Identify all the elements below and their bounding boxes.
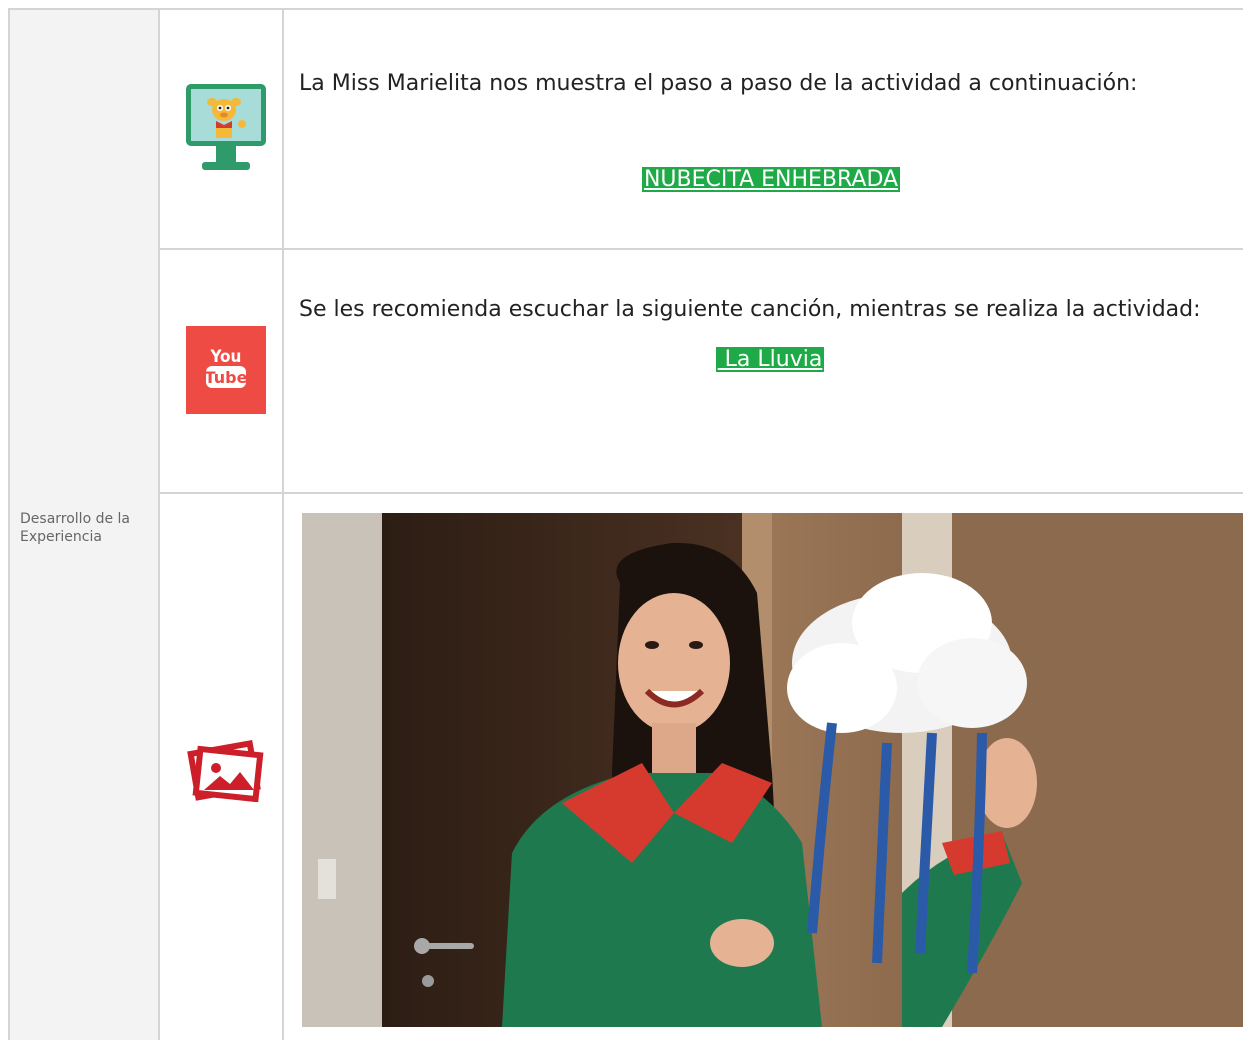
image-gallery-icon <box>186 738 266 803</box>
row-2-content: Se les recomienda escuchar la siguiente … <box>299 296 1243 374</box>
link-container: La Lluvia <box>299 346 1241 374</box>
row-1-content: La Miss Marielita nos muestra el paso a … <box>299 70 1243 194</box>
icon-column: You Tube <box>160 10 284 1040</box>
link-container: NUBECITA ENHEBRADA <box>299 166 1243 194</box>
youtube-tube-text: Tube <box>205 368 248 387</box>
row-label-cell: Desarrollo de la Experiencia <box>10 10 160 1040</box>
row-divider <box>160 492 1243 494</box>
page: Desarrollo de la Experiencia You Tube La… <box>0 0 1243 1040</box>
instruction-text: La Miss Marielita nos muestra el paso a … <box>299 71 1138 96</box>
nubecita-enhebrada-link[interactable]: NUBECITA ENHEBRADA <box>641 167 901 192</box>
activity-table: Desarrollo de la Experiencia You Tube La… <box>8 8 1243 1040</box>
activity-photo <box>302 513 1243 1027</box>
youtube-icon[interactable]: You Tube <box>186 326 266 414</box>
row-label: Desarrollo de la Experiencia <box>20 511 131 545</box>
video-monitor-icon <box>186 84 266 174</box>
song-recommendation-text: Se les recomienda escuchar la siguiente … <box>299 297 1201 322</box>
la-lluvia-link[interactable]: La Lluvia <box>715 347 825 372</box>
youtube-you-text: You <box>210 347 242 367</box>
row-divider <box>160 248 1243 250</box>
